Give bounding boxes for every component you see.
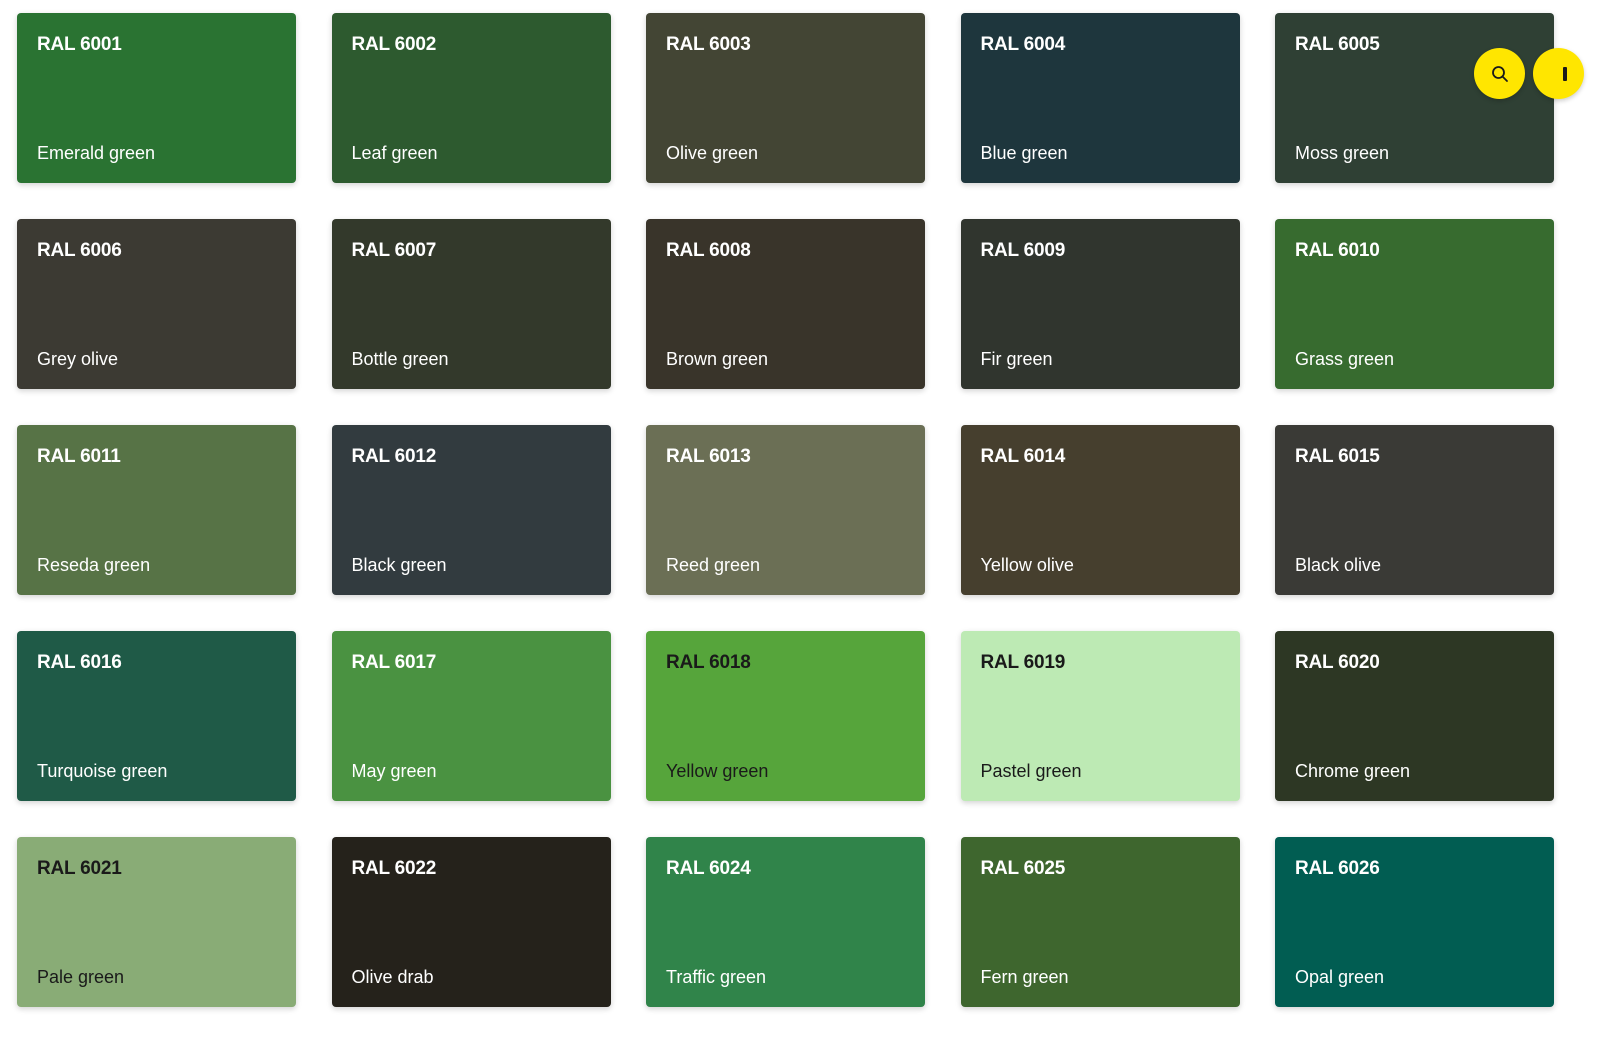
swatch-name: Emerald green bbox=[37, 143, 156, 163]
menu-icon bbox=[1563, 66, 1567, 81]
swatch-code: RAL 6007 bbox=[351, 240, 437, 261]
swatch-name: Pale green bbox=[37, 967, 125, 987]
swatch-code: RAL 6006 bbox=[37, 240, 122, 261]
color-swatch-card[interactable]: RAL 6011 Reseda green bbox=[17, 425, 296, 595]
swatch-code: RAL 6008 bbox=[666, 240, 751, 261]
swatch-name: Moss green bbox=[1295, 143, 1390, 163]
swatch-name: Fern green bbox=[980, 967, 1069, 987]
color-swatch-card[interactable]: RAL 6008 Brown green bbox=[646, 219, 925, 389]
swatch-name: Bottle green bbox=[351, 349, 449, 369]
color-swatch-card[interactable]: RAL 6019 Pastel green bbox=[960, 631, 1240, 801]
color-swatch-card[interactable]: RAL 6020 Chrome green bbox=[1275, 631, 1554, 801]
search-button[interactable] bbox=[1474, 48, 1525, 99]
swatch-name: Fir green bbox=[980, 349, 1053, 369]
swatch-name: Turquoise green bbox=[37, 761, 168, 781]
swatch-name: Olive green bbox=[666, 143, 759, 163]
swatch-name: Black olive bbox=[1295, 555, 1382, 575]
swatch-name: Grey olive bbox=[37, 349, 119, 369]
swatch-code: RAL 6014 bbox=[980, 446, 1066, 467]
swatch-name: Reseda green bbox=[37, 555, 151, 575]
swatch-name: Olive drab bbox=[351, 967, 434, 987]
swatch-name: Yellow green bbox=[666, 761, 769, 781]
swatch-name: Leaf green bbox=[351, 143, 438, 163]
swatch-code: RAL 6021 bbox=[37, 858, 122, 879]
color-swatch-card[interactable]: RAL 6005 Moss green bbox=[1275, 13, 1554, 183]
color-swatch-card[interactable]: RAL 6016 Turquoise green bbox=[17, 631, 296, 801]
color-swatch-card[interactable]: RAL 6017 May green bbox=[331, 631, 611, 801]
color-swatch-card[interactable]: RAL 6012 Black green bbox=[331, 425, 611, 595]
color-swatch-card[interactable]: RAL 6003 Olive green bbox=[646, 13, 925, 183]
swatch-name: Grass green bbox=[1295, 349, 1395, 369]
swatch-code: RAL 6018 bbox=[666, 652, 751, 673]
swatch-name: Pastel green bbox=[980, 761, 1082, 781]
swatch-code: RAL 6024 bbox=[666, 858, 751, 879]
color-swatch-card[interactable]: RAL 6004 Blue green bbox=[960, 13, 1240, 183]
swatch-name: Traffic green bbox=[666, 967, 767, 987]
swatch-name: Reed green bbox=[666, 555, 761, 575]
color-swatch-card[interactable]: RAL 6009 Fir green bbox=[960, 219, 1240, 389]
swatch-code: RAL 6016 bbox=[37, 652, 122, 673]
swatch-code: RAL 6026 bbox=[1295, 858, 1380, 879]
color-swatch-card[interactable]: RAL 6025 Fern green bbox=[960, 837, 1240, 1007]
swatch-code: RAL 6020 bbox=[1295, 652, 1380, 673]
search-icon bbox=[1491, 65, 1508, 82]
swatch-code: RAL 6015 bbox=[1295, 446, 1380, 467]
color-swatch-card[interactable]: RAL 6014 Yellow olive bbox=[960, 425, 1240, 595]
swatch-code: RAL 6010 bbox=[1295, 240, 1380, 261]
swatch-code: RAL 6017 bbox=[351, 652, 437, 673]
swatch-code: RAL 6025 bbox=[980, 858, 1066, 879]
color-swatch-card[interactable]: RAL 6001 Emerald green bbox=[17, 13, 296, 183]
color-swatch-card[interactable]: RAL 6018 Yellow green bbox=[646, 631, 925, 801]
swatch-code: RAL 6022 bbox=[351, 858, 437, 879]
swatch-code: RAL 6013 bbox=[666, 446, 751, 467]
swatch-code: RAL 6011 bbox=[37, 446, 121, 467]
swatch-code: RAL 6009 bbox=[980, 240, 1066, 261]
color-swatch-card[interactable]: RAL 6021 Pale green bbox=[17, 837, 296, 1007]
swatch-code: RAL 6004 bbox=[980, 34, 1066, 55]
color-swatch-grid: RAL 6001 Emerald green RAL 6002 Leaf green R… bbox=[17, 13, 1554, 1007]
swatch-name: May green bbox=[351, 761, 437, 781]
swatch-name: Yellow olive bbox=[980, 555, 1074, 575]
swatch-code: RAL 6012 bbox=[351, 446, 437, 467]
menu-button[interactable] bbox=[1533, 48, 1584, 99]
color-swatch-card[interactable]: RAL 6002 Leaf green bbox=[331, 13, 611, 183]
swatch-code: RAL 6005 bbox=[1295, 34, 1380, 55]
color-swatch-card[interactable]: RAL 6026 Opal green bbox=[1275, 837, 1554, 1007]
swatch-code: RAL 6019 bbox=[980, 652, 1066, 673]
swatch-name: Blue green bbox=[980, 143, 1068, 163]
color-swatch-card[interactable]: RAL 6006 Grey olive bbox=[17, 219, 296, 389]
swatch-name: Chrome green bbox=[1295, 761, 1411, 781]
swatch-code: RAL 6003 bbox=[666, 34, 751, 55]
color-swatch-card[interactable]: RAL 6010 Grass green bbox=[1275, 219, 1554, 389]
color-swatch-card[interactable]: RAL 6022 Olive drab bbox=[331, 837, 611, 1007]
swatch-name: Opal green bbox=[1295, 967, 1385, 987]
color-swatch-card[interactable]: RAL 6007 Bottle green bbox=[331, 219, 611, 389]
swatch-name: Black green bbox=[351, 555, 447, 575]
swatch-code: RAL 6001 bbox=[37, 34, 122, 55]
color-swatch-card[interactable]: RAL 6024 Traffic green bbox=[646, 837, 925, 1007]
swatch-code: RAL 6002 bbox=[351, 34, 437, 55]
color-swatch-card[interactable]: RAL 6013 Reed green bbox=[646, 425, 925, 595]
swatch-name: Brown green bbox=[666, 349, 769, 369]
color-swatch-card[interactable]: RAL 6015 Black olive bbox=[1275, 425, 1554, 595]
